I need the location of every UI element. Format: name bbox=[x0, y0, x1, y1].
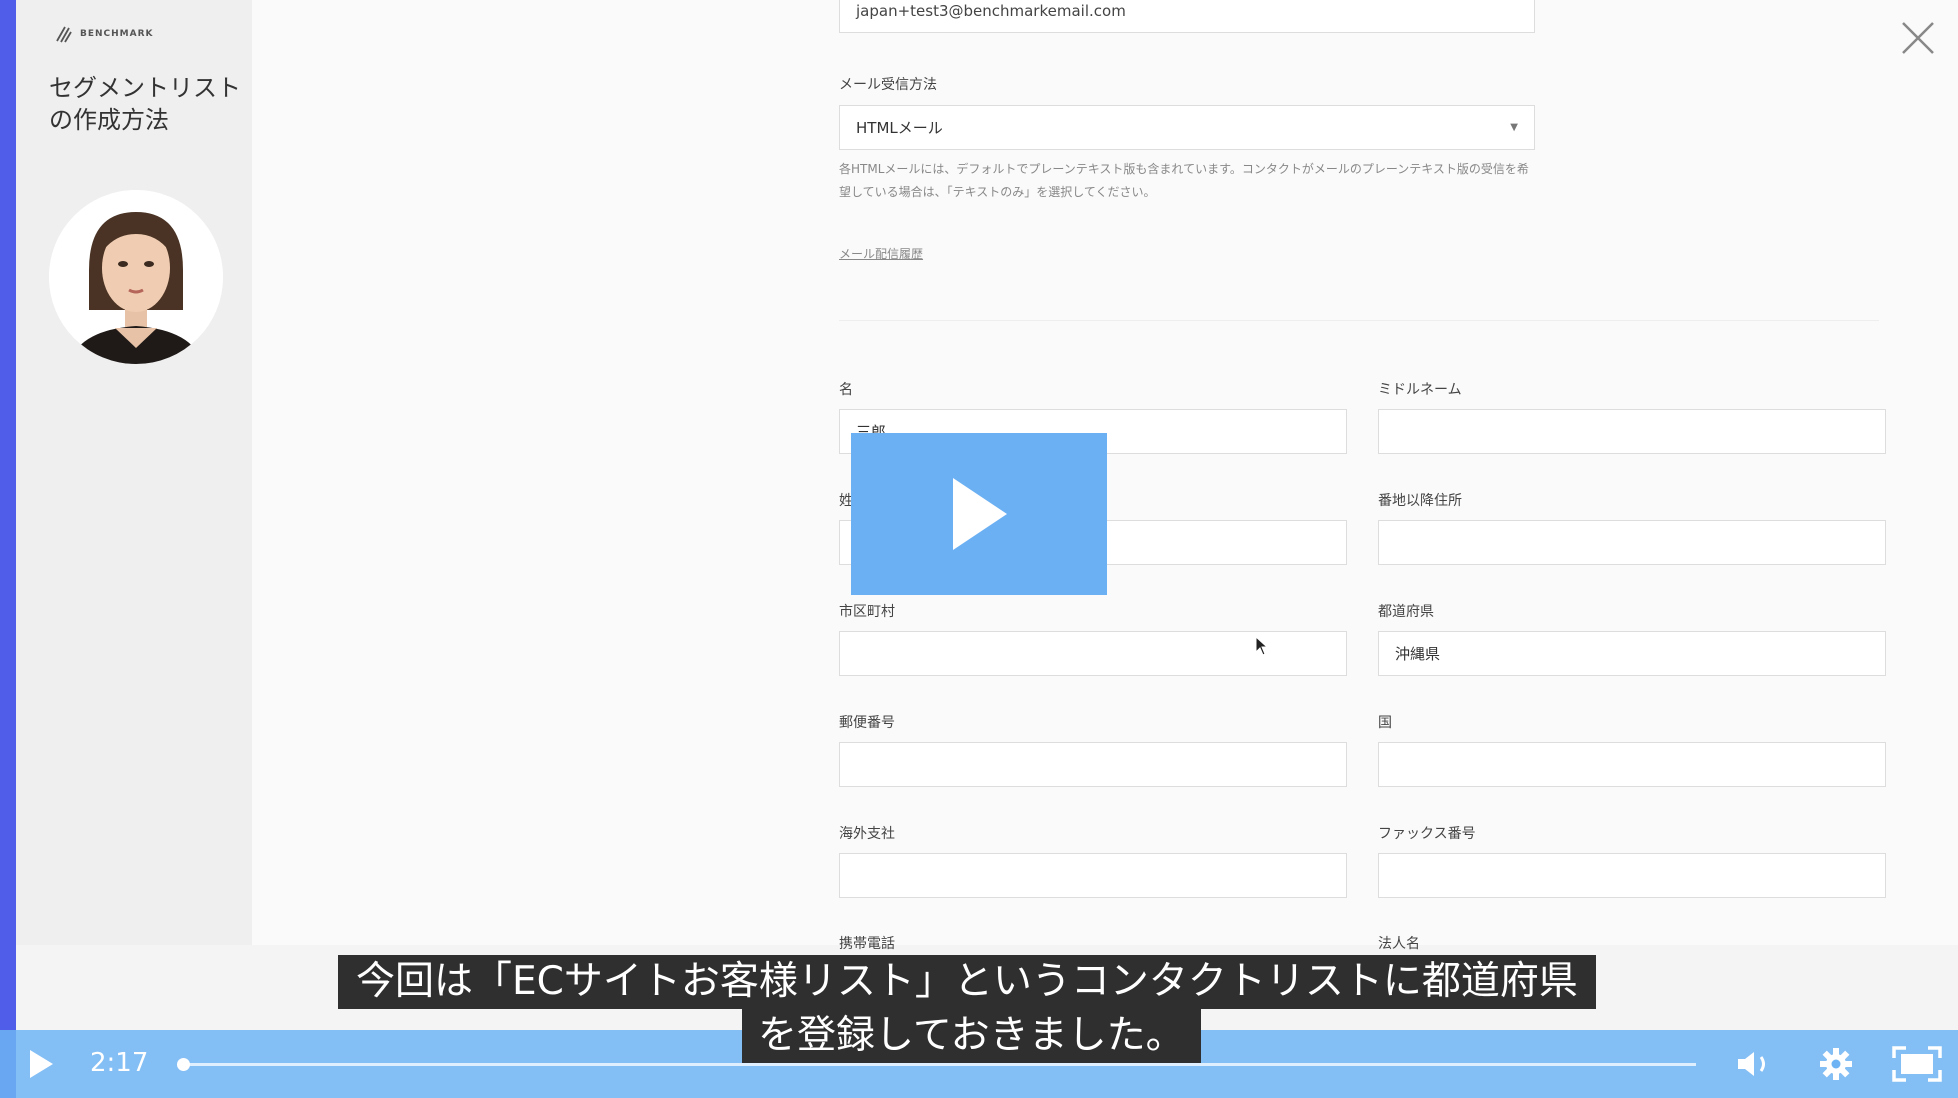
play-button[interactable] bbox=[24, 1046, 58, 1082]
current-time: 2:17 bbox=[90, 1048, 149, 1078]
mobile-label: 携帯電話 bbox=[839, 936, 895, 952]
mail-method-help: 各HTMLメールには、デフォルトでプレーンテキスト版も含まれています。コンタクト… bbox=[839, 162, 1529, 199]
middle-name-field[interactable] bbox=[1378, 409, 1886, 454]
country-field[interactable] bbox=[1378, 742, 1886, 787]
fax-label: ファックス番号 bbox=[1378, 826, 1476, 842]
mail-method-value: HTMLメール bbox=[856, 119, 943, 137]
email-field[interactable]: japan+test3@benchmarkemail.com bbox=[839, 0, 1535, 33]
settings-button[interactable] bbox=[1816, 1044, 1856, 1084]
prefecture-field[interactable]: 沖縄県 bbox=[1378, 631, 1886, 676]
logo-text: BENCHMARK bbox=[80, 29, 154, 39]
caption-line-2: を登録しておきました。 bbox=[742, 1009, 1201, 1063]
progress-handle[interactable] bbox=[176, 1058, 190, 1071]
address-label: 番地以降住所 bbox=[1378, 493, 1462, 509]
mail-method-select[interactable]: HTMLメール ▼ bbox=[839, 105, 1535, 150]
postal-code-label: 郵便番号 bbox=[839, 715, 895, 731]
play-icon bbox=[30, 1050, 53, 1078]
accent-bar bbox=[0, 0, 16, 1098]
close-button[interactable] bbox=[1898, 18, 1938, 58]
fullscreen-button[interactable] bbox=[1892, 1044, 1942, 1084]
presenter-avatar bbox=[49, 190, 223, 364]
postal-code-field[interactable] bbox=[839, 742, 1347, 787]
play-icon bbox=[953, 478, 1007, 550]
city-label: 市区町村 bbox=[839, 604, 895, 620]
volume-icon bbox=[1738, 1052, 1765, 1076]
fax-field[interactable] bbox=[1378, 853, 1886, 898]
volume-button[interactable] bbox=[1734, 1046, 1774, 1082]
gear-icon bbox=[1820, 1048, 1852, 1080]
lesson-title: セグメントリスト の作成方法 bbox=[49, 74, 241, 134]
play-overlay-button[interactable] bbox=[851, 433, 1107, 595]
presenter-portrait bbox=[49, 190, 223, 364]
overseas-branch-label: 海外支社 bbox=[839, 826, 895, 842]
dropdown-arrow-icon: ▼ bbox=[1510, 122, 1518, 133]
address-field[interactable] bbox=[1378, 520, 1886, 565]
middle-name-label: ミドルネーム bbox=[1378, 382, 1462, 398]
sidebar: BENCHMARK セグメントリスト の作成方法 bbox=[16, 0, 252, 945]
progress-bar[interactable] bbox=[176, 1058, 1696, 1071]
overseas-branch-field[interactable] bbox=[839, 853, 1347, 898]
country-label: 国 bbox=[1378, 715, 1392, 731]
benchmark-logo: BENCHMARK bbox=[54, 24, 154, 44]
company-label: 法人名 bbox=[1378, 936, 1420, 952]
caption-line-1: 今回は「ECサイトお客様リスト」というコンタクトリストに都道府県 bbox=[338, 955, 1596, 1009]
first-name-label: 名 bbox=[839, 382, 853, 398]
mail-history-link[interactable]: メール配信履歴 bbox=[839, 245, 923, 262]
benchmark-logo-icon bbox=[56, 26, 72, 43]
prefecture-label: 都道府県 bbox=[1378, 604, 1434, 620]
fullscreen-icon bbox=[1892, 1046, 1942, 1082]
mail-method-label: メール受信方法 bbox=[839, 77, 937, 93]
mouse-cursor-icon bbox=[1255, 635, 1269, 660]
section-divider bbox=[839, 320, 1879, 321]
close-icon bbox=[1902, 22, 1934, 54]
city-field[interactable] bbox=[839, 631, 1347, 676]
